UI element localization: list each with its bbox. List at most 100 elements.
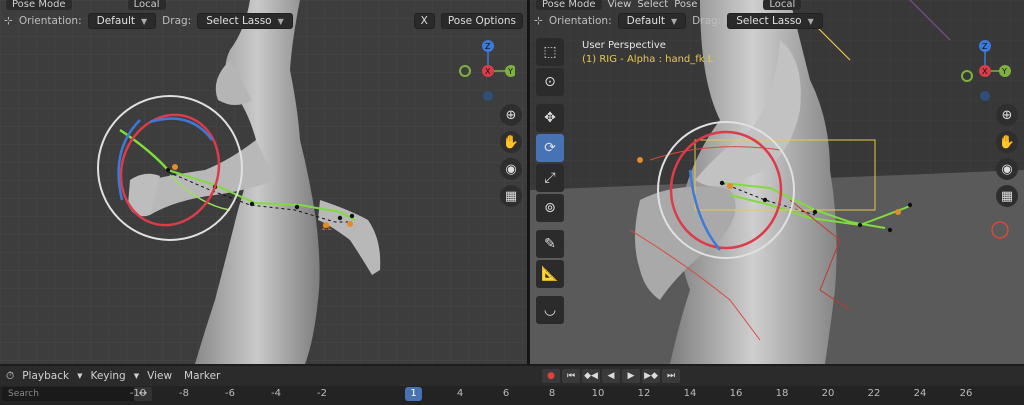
- camera-icon[interactable]: ◉: [500, 158, 522, 180]
- annotate-tool-icon[interactable]: ✎: [536, 230, 564, 258]
- transform-orientation[interactable]: Local: [763, 0, 802, 10]
- keying-menu[interactable]: Keying: [86, 370, 129, 382]
- zoom-icon[interactable]: ⊕: [500, 104, 522, 126]
- svg-text:z.L: z.L: [322, 224, 332, 232]
- left-header: Pose Mode Local: [0, 0, 527, 10]
- transform-tool-icon[interactable]: ⊚: [536, 194, 564, 222]
- measure-tool-icon[interactable]: 📐: [536, 260, 564, 288]
- left-tool-options: ⊹ Orientation: Default ▼ Drag: Select Las…: [0, 12, 527, 30]
- timeline-ruler[interactable]: Search ↔ -10-8-6-4-224681012141618202224…: [0, 386, 1024, 405]
- menu-select[interactable]: Select: [637, 0, 668, 10]
- view-name: User Perspective: [582, 40, 666, 51]
- camera-icon[interactable]: ◉: [996, 158, 1018, 180]
- orientation-label: Orientation:: [18, 15, 82, 27]
- drag-dropdown[interactable]: Select Lasso ▼: [727, 13, 823, 29]
- gizmo-z-label: Z: [485, 42, 491, 51]
- ruler-tick-label: 12: [637, 388, 651, 399]
- ruler-tick-label: 14: [683, 388, 697, 399]
- drag-label: Drag:: [692, 15, 722, 27]
- ruler-tick-label: -2: [317, 388, 327, 399]
- close-button[interactable]: X: [413, 13, 435, 29]
- chevron-down-icon: ▼: [671, 16, 678, 26]
- ruler-tick-label: 26: [959, 388, 973, 399]
- editor-type-icon[interactable]: ⏱: [6, 370, 14, 383]
- orientation-label: Orientation:: [548, 15, 612, 27]
- record-button[interactable]: ●: [542, 369, 560, 383]
- cursor-tool-icon[interactable]: ⊙: [536, 68, 564, 96]
- left-3d-viewport[interactable]: z.L Pose Mode Local ⊹ Orientation: Defau…: [0, 0, 527, 364]
- next-keyframe-icon[interactable]: ▶◆: [642, 369, 660, 383]
- gizmo-y-label: Y: [1001, 67, 1007, 76]
- move-tool-icon[interactable]: ✥: [536, 104, 564, 132]
- transform-orientation[interactable]: Local: [127, 0, 166, 10]
- timeline-header: ⏱ Playback ▼ Keying ▼ View Marker: [0, 366, 1024, 386]
- grid-perspective-icon[interactable]: ▦: [500, 185, 522, 207]
- ruler-tick-label: 20: [821, 388, 835, 399]
- chevron-down-icon: ▼: [133, 372, 140, 380]
- ruler-tick-label: 10: [591, 388, 605, 399]
- drag-dropdown[interactable]: Select Lasso ▼: [197, 13, 293, 29]
- chevron-down-icon: ▼: [141, 16, 148, 26]
- view-menu[interactable]: View: [143, 370, 176, 382]
- navigation-gizmo[interactable]: Z Y X: [955, 38, 1015, 108]
- zoom-icon[interactable]: ⊕: [996, 104, 1018, 126]
- ruler-tick-label: -6: [225, 388, 235, 399]
- ruler-tick-label: -4: [271, 388, 281, 399]
- chevron-down-icon: ▼: [277, 16, 284, 26]
- orientation-value: Default: [96, 15, 136, 27]
- viewport-info: User Perspective (1) RIG - Alpha : hand_…: [582, 39, 713, 67]
- gizmo-z-label: Z: [982, 42, 988, 51]
- rotate-tool-icon[interactable]: ⟳: [536, 134, 564, 162]
- search-field[interactable]: Search: [2, 387, 136, 401]
- mode-dropdown[interactable]: Pose Mode: [536, 0, 602, 10]
- orientation-dropdown[interactable]: Default ▼: [87, 13, 157, 29]
- drag-value: Select Lasso: [206, 15, 272, 27]
- menu-pose[interactable]: Pose: [674, 0, 697, 10]
- jump-start-icon[interactable]: ⏮: [562, 369, 580, 383]
- right-nav-controls: ⊕ ✋ ◉ ▦: [996, 104, 1018, 207]
- orientation-dropdown[interactable]: Default ▼: [617, 13, 687, 29]
- tool-shelf: ⬚ ⊙ ✥ ⟳ ⤢ ⊚ ✎ 📐 ◡: [536, 38, 566, 324]
- active-object: (1) RIG - Alpha : hand_fk.L: [582, 54, 714, 65]
- orientation-icon: ⊹: [534, 15, 543, 27]
- ruler-tick-label: 8: [548, 388, 556, 399]
- transport-controls: ● ⏮ ◆◀ ◀ ▶ ▶◆ ⏭: [542, 369, 680, 383]
- ruler-tick-label: 24: [913, 388, 927, 399]
- gizmo-x-label: X: [982, 67, 988, 76]
- drag-label: Drag:: [162, 15, 192, 27]
- current-frame-indicator[interactable]: 1: [405, 387, 422, 401]
- grid-perspective-icon[interactable]: ▦: [996, 185, 1018, 207]
- ruler-tick-label: 16: [729, 388, 743, 399]
- play-reverse-icon[interactable]: ◀: [602, 369, 620, 383]
- orientation-value: Default: [626, 15, 666, 27]
- ruler-tick-label: 22: [867, 388, 881, 399]
- jump-end-icon[interactable]: ⏭: [662, 369, 680, 383]
- relax-tool-icon[interactable]: ◡: [536, 296, 564, 324]
- ruler-tick-label: 4: [456, 388, 464, 399]
- menu-view[interactable]: View: [608, 0, 632, 10]
- right-header: Pose Mode View Select Pose Local: [530, 0, 1024, 10]
- right-3d-viewport[interactable]: Pose Mode View Select Pose Local ⊹ Orien…: [530, 0, 1024, 364]
- play-icon[interactable]: ▶: [622, 369, 640, 383]
- orientation-icon: ⊹: [4, 15, 13, 27]
- scale-tool-icon[interactable]: ⤢: [536, 164, 564, 192]
- left-viewport-canvas: z.L: [0, 0, 527, 364]
- ruler-tick-label: 18: [775, 388, 789, 399]
- select-tool-icon[interactable]: ⬚: [536, 38, 564, 66]
- right-tool-options: ⊹ Orientation: Default ▼ Drag: Select Las…: [530, 12, 1024, 30]
- ruler-tick-label: 6: [502, 388, 510, 399]
- hand-pan-icon[interactable]: ✋: [996, 131, 1018, 153]
- navigation-gizmo[interactable]: Z Y X: [455, 38, 515, 108]
- hand-pan-icon[interactable]: ✋: [500, 131, 522, 153]
- ruler-tick-label: -8: [179, 388, 189, 399]
- prev-keyframe-icon[interactable]: ◆◀: [582, 369, 600, 383]
- playback-menu[interactable]: Playback: [18, 370, 73, 382]
- pose-options-button[interactable]: Pose Options: [440, 13, 523, 29]
- mode-dropdown[interactable]: Pose Mode: [6, 0, 72, 10]
- chevron-down-icon: ▼: [807, 16, 814, 26]
- gizmo-x-label: X: [485, 67, 491, 76]
- marker-menu[interactable]: Marker: [180, 370, 224, 382]
- left-nav-controls: ⊕ ✋ ◉ ▦: [500, 104, 522, 207]
- gizmo-y-label: Y: [507, 67, 513, 76]
- drag-value: Select Lasso: [736, 15, 802, 27]
